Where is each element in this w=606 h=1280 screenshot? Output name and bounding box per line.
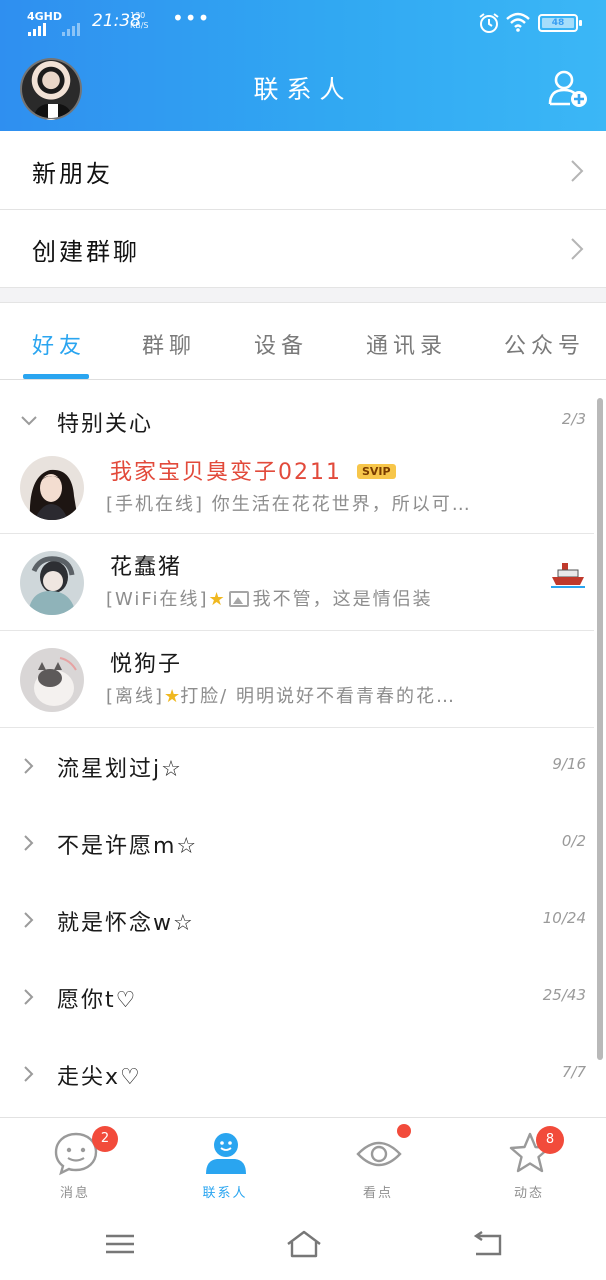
new-friends-label: 新朋友 — [32, 160, 113, 188]
image-icon — [228, 591, 249, 607]
status-bar: 4GHD 21:38 130 KB/S ••• 48 — [0, 0, 606, 44]
friend-status-line: [手机在线] 你生活在花花世界，所以可… — [106, 490, 536, 516]
nav-contacts[interactable]: 联系人 — [170, 1118, 280, 1210]
chevron-right-icon — [24, 912, 34, 928]
system-navigation-bar — [0, 1210, 606, 1280]
divider — [0, 727, 594, 728]
online-status: [手机在线] — [106, 494, 205, 515]
divider — [0, 533, 594, 534]
signal-icon — [28, 23, 80, 36]
group-online-count: 7/7 — [561, 1063, 586, 1081]
group-online-count: 10/24 — [542, 909, 586, 927]
section-gap — [0, 287, 606, 303]
new-content-dot — [397, 1124, 411, 1138]
friend-name: 花蠢猪 — [110, 555, 183, 580]
group-name: 特别关心 — [57, 412, 154, 437]
page-title: 联系人 — [253, 75, 353, 104]
group-online-count: 9/16 — [552, 755, 586, 773]
active-tab-indicator — [23, 374, 89, 379]
friend-signature: 打脸/ 明明说好不看青春的花… — [180, 686, 456, 707]
friend-row[interactable]: 花蠢猪 [WiFi在线]★ 我不管，这是情侣装 — [0, 537, 594, 633]
star-icon: ★ — [208, 589, 225, 610]
tab-official-accounts[interactable]: 公众号 — [504, 328, 585, 360]
friend-row[interactable]: 悦狗子 [离线]★打脸/ 明明说好不看青春的花… — [0, 634, 594, 730]
svip-badge: SVIP — [357, 464, 396, 479]
online-status: [WiFi在线] — [106, 589, 209, 610]
chevron-right-icon — [24, 1066, 34, 1082]
group-name: 不是许愿m☆ — [57, 834, 199, 859]
star-icon: ★ — [164, 686, 181, 707]
tab-friends[interactable]: 好友 — [32, 328, 86, 360]
friend-status-line: [离线]★打脸/ 明明说好不看青春的花… — [106, 682, 536, 708]
app-header: 4GHD 21:38 130 KB/S ••• 48 联系人 — [0, 0, 606, 131]
unread-badge: 2 — [92, 1126, 118, 1152]
nav-moments[interactable]: 8 动态 — [474, 1118, 584, 1210]
net-speed-value: 130 — [130, 11, 146, 20]
divider — [0, 630, 594, 631]
avatar-collar — [48, 104, 58, 118]
alarm-icon — [479, 13, 499, 33]
wifi-icon — [506, 12, 530, 32]
friend-avatar — [20, 551, 84, 615]
chevron-right-icon — [24, 989, 34, 1005]
nav-label: 动态 — [513, 1186, 544, 1201]
unread-badge: 8 — [536, 1126, 564, 1154]
friend-name: 我家宝贝臭变子0211 SVIP — [110, 454, 396, 486]
bottom-nav: 2 消息 联系人 看点 8 动态 — [0, 1117, 606, 1209]
new-friends-entry[interactable]: 新朋友 — [0, 132, 606, 209]
more-notifications-icon: ••• — [172, 6, 211, 30]
home-icon[interactable] — [284, 1226, 324, 1262]
battery-icon: 48 — [538, 14, 582, 32]
group-name: 愿你t♡ — [57, 988, 138, 1013]
chevron-down-icon — [21, 416, 37, 426]
add-friend-icon[interactable] — [546, 66, 590, 110]
friend-avatar — [20, 456, 84, 520]
ship-icon — [551, 563, 585, 588]
contacts-icon — [206, 1133, 246, 1174]
contact-tabs: 好友 群聊 设备 通讯录 公众号 — [0, 304, 606, 380]
tab-address-book[interactable]: 通讯录 — [366, 328, 447, 360]
chevron-right-icon — [571, 160, 584, 182]
friend-avatar — [20, 648, 84, 712]
eye-icon — [356, 1141, 402, 1167]
friend-status-line: [WiFi在线]★ 我不管，这是情侣装 — [106, 585, 536, 611]
friend-group[interactable]: 走尖x♡ 7/7 — [0, 1037, 594, 1113]
friend-group[interactable]: 不是许愿m☆ 0/2 — [0, 806, 594, 882]
tab-devices[interactable]: 设备 — [254, 328, 308, 360]
chevron-right-icon — [24, 758, 34, 774]
group-online-count: 25/43 — [542, 986, 586, 1004]
friend-signature: 我不管，这是情侣装 — [252, 589, 433, 610]
group-online-count: 0/2 — [561, 832, 586, 850]
net-speed-unit: KB/S — [130, 21, 149, 30]
create-group-chat-entry[interactable]: 创建群聊 — [0, 210, 606, 287]
friend-name: 悦狗子 — [110, 652, 183, 677]
group-name: 就是怀念w☆ — [57, 911, 195, 936]
friend-name-text: 我家宝贝臭变子0211 — [110, 460, 342, 485]
group-name: 流星划过j☆ — [57, 757, 183, 782]
battery-level: 48 — [542, 18, 574, 28]
nav-label: 联系人 — [202, 1186, 248, 1201]
nav-discover[interactable]: 看点 — [323, 1118, 433, 1210]
chevron-right-icon — [24, 835, 34, 851]
net-speed: 130 KB/S — [130, 11, 149, 31]
list-scrollbar[interactable] — [597, 398, 603, 1060]
create-group-chat-label: 创建群聊 — [32, 238, 140, 266]
nav-label: 看点 — [362, 1186, 393, 1201]
online-status: [离线] — [106, 686, 165, 707]
friend-group[interactable]: 流星划过j☆ 9/16 — [0, 729, 594, 805]
back-icon[interactable] — [468, 1226, 508, 1262]
tab-group-chats[interactable]: 群聊 — [142, 328, 196, 360]
friend-row[interactable]: 我家宝贝臭变子0211 SVIP [手机在线] 你生活在花花世界，所以可… — [0, 442, 594, 538]
nav-messages[interactable]: 2 消息 — [20, 1118, 130, 1210]
menu-icon[interactable] — [100, 1226, 140, 1262]
friend-group[interactable]: 就是怀念w☆ 10/24 — [0, 883, 594, 959]
chevron-right-icon — [571, 238, 584, 260]
friend-group[interactable]: 愿你t♡ 25/43 — [0, 960, 594, 1036]
group-online-count: 2/3 — [561, 410, 586, 428]
friend-signature: 你生活在花花世界，所以可… — [211, 494, 472, 515]
nav-label: 消息 — [59, 1186, 90, 1201]
group-name: 走尖x♡ — [57, 1065, 142, 1090]
